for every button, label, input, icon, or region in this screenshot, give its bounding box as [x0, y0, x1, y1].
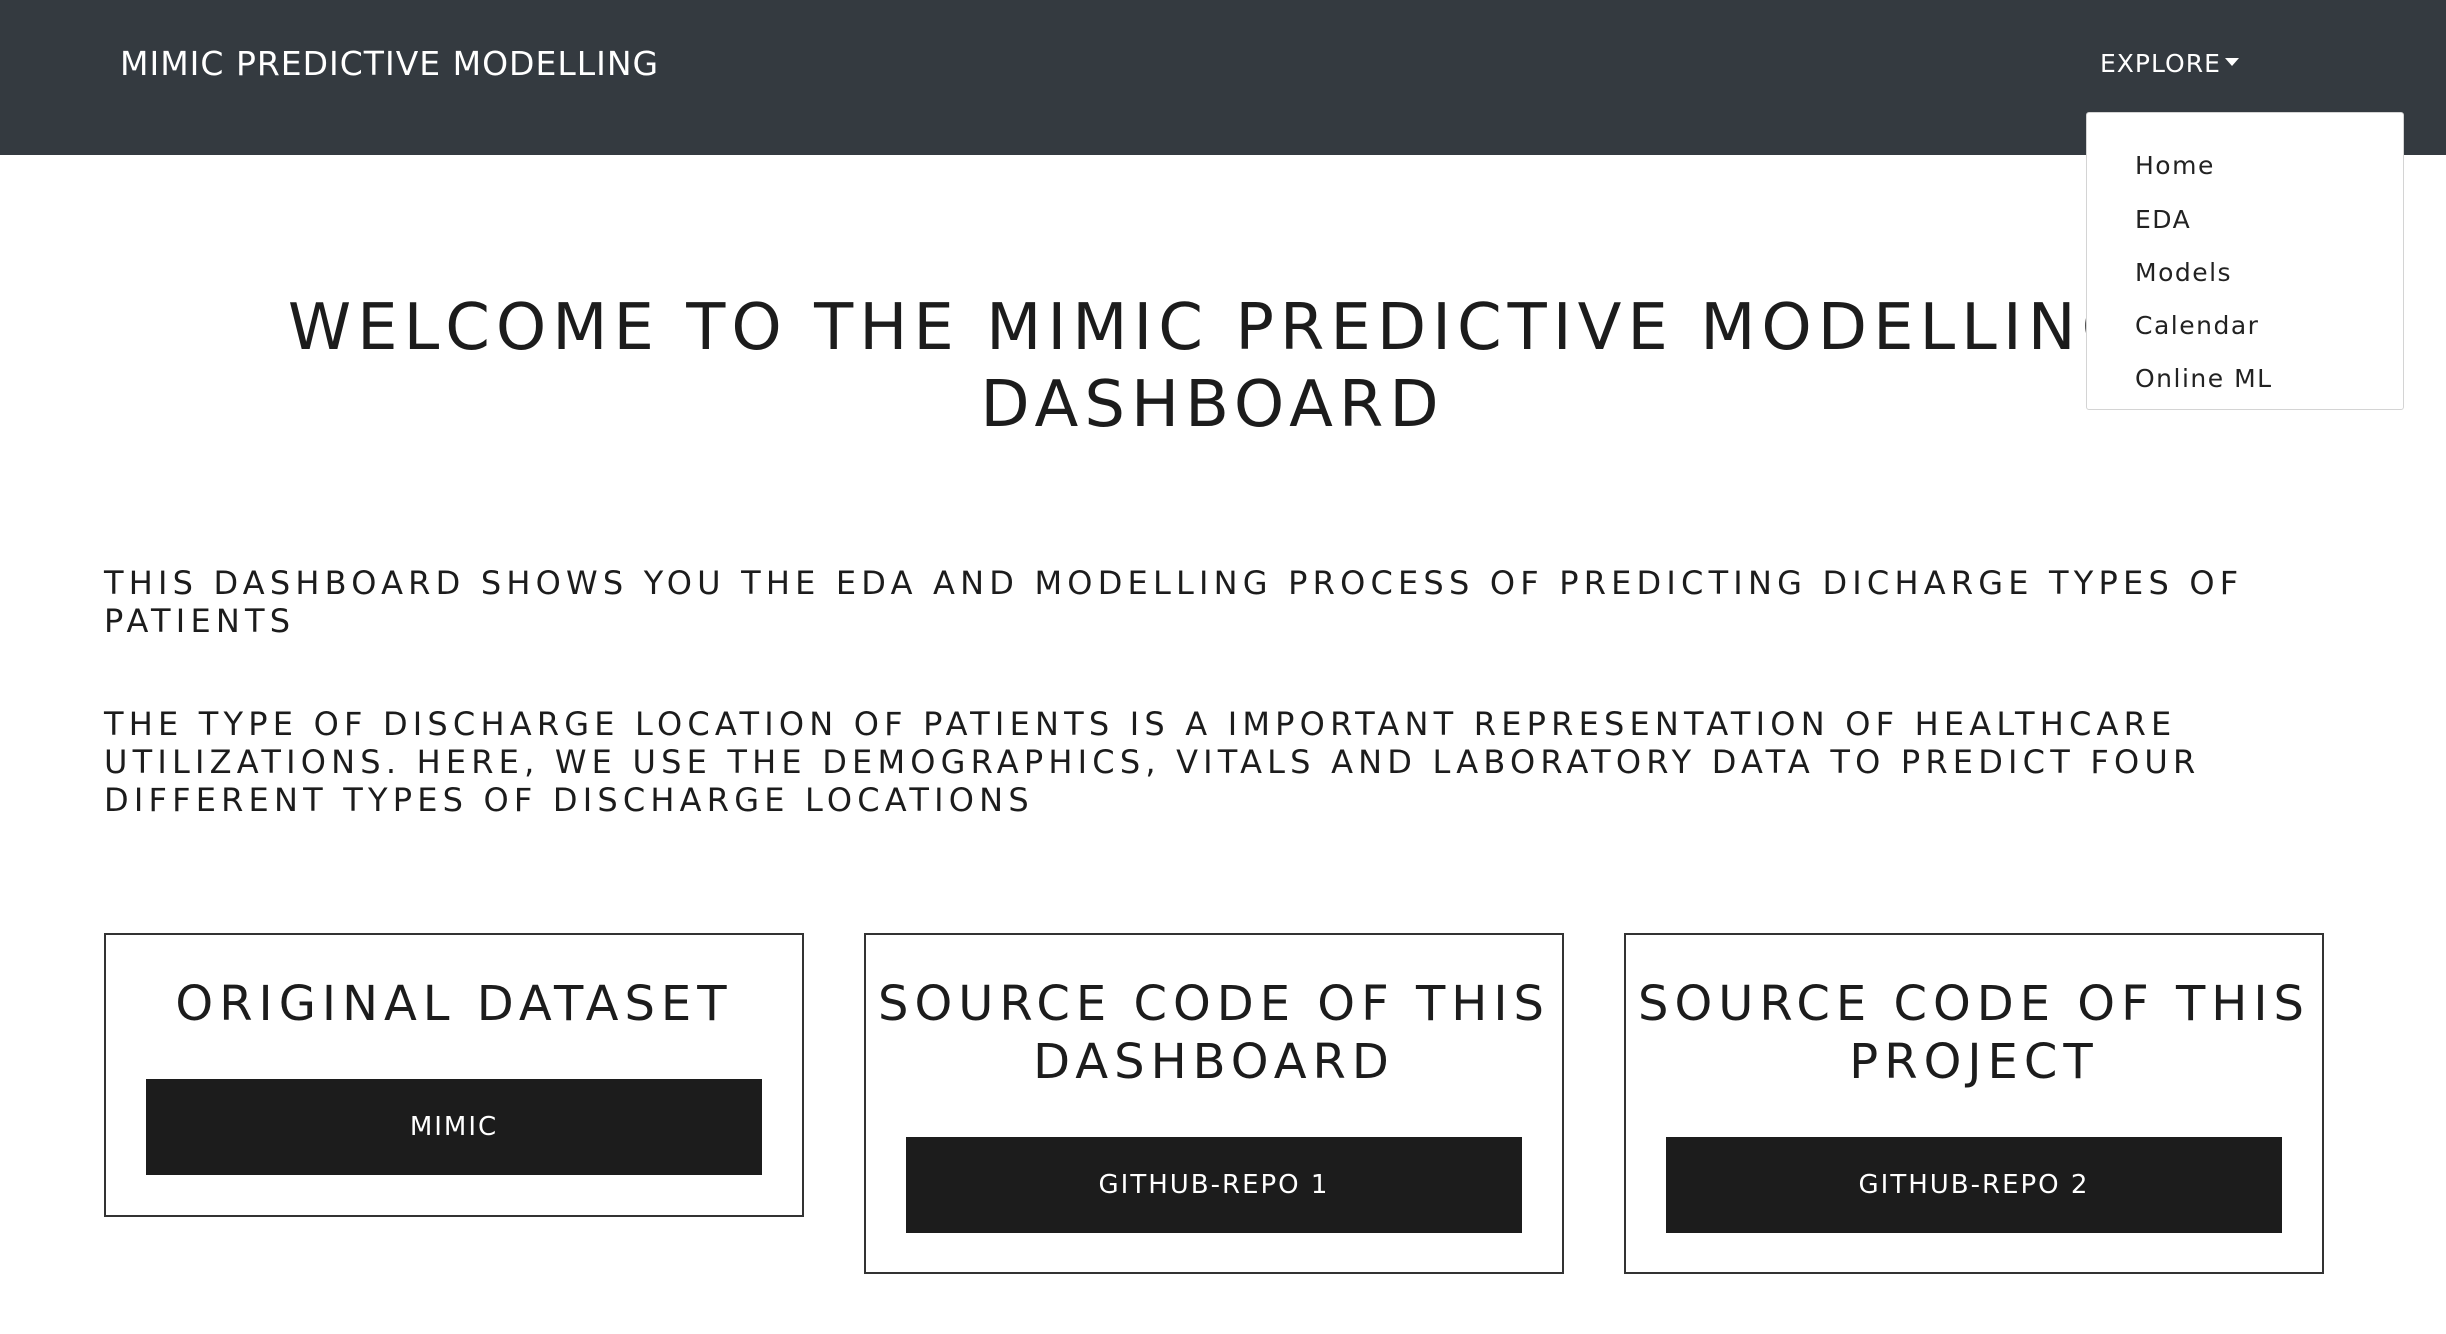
- top-navbar: MIMIC PREDICTIVE MODELLING EXPLORE: [0, 0, 2446, 155]
- github-repo-2-button[interactable]: GITHUB-REPO 2: [1666, 1137, 2282, 1233]
- mimic-button[interactable]: MIMIC: [146, 1079, 762, 1175]
- card-original-dataset: ORIGINAL DATASET MIMIC: [104, 933, 804, 1217]
- dropdown-item-online-ml[interactable]: Online ML: [2087, 349, 2403, 402]
- github-repo-1-button[interactable]: GITHUB-REPO 1: [906, 1137, 1522, 1233]
- dropdown-item-calendar[interactable]: Calendar: [2087, 296, 2403, 349]
- explore-dropdown-toggle[interactable]: EXPLORE: [2100, 48, 2239, 80]
- card-title: ORIGINAL DATASET: [175, 976, 733, 1032]
- intro-paragraph-2: THE TYPE OF DISCHARGE LOCATION OF PATIEN…: [104, 705, 2201, 819]
- page-title: WELCOME TO THE MIMIC PREDICTIVE MODELLIN…: [287, 291, 2138, 442]
- dropdown-item-eda[interactable]: EDA: [2087, 190, 2403, 243]
- card-project-source: SOURCE CODE OF THIS PROJECT GITHUB-REPO …: [1624, 933, 2324, 1274]
- caret-down-icon: [2224, 58, 2239, 66]
- card-title: SOURCE CODE OF THIS PROJECT: [1638, 976, 2310, 1090]
- dropdown-item-models[interactable]: Models: [2087, 243, 2403, 296]
- card-title: SOURCE CODE OF THIS DASHBOARD: [878, 976, 1550, 1090]
- brand-link[interactable]: MIMIC PREDICTIVE MODELLING: [120, 44, 659, 84]
- card-dashboard-source: SOURCE CODE OF THIS DASHBOARD GITHUB-REP…: [864, 933, 1564, 1274]
- dropdown-item-home[interactable]: Home: [2087, 137, 2403, 190]
- explore-dropdown-menu: Home EDA Models Calendar Online ML: [2086, 112, 2404, 410]
- intro-paragraph-1: THIS DASHBOARD SHOWS YOU THE EDA AND MOD…: [104, 564, 2244, 640]
- explore-label: EXPLORE: [2100, 49, 2221, 78]
